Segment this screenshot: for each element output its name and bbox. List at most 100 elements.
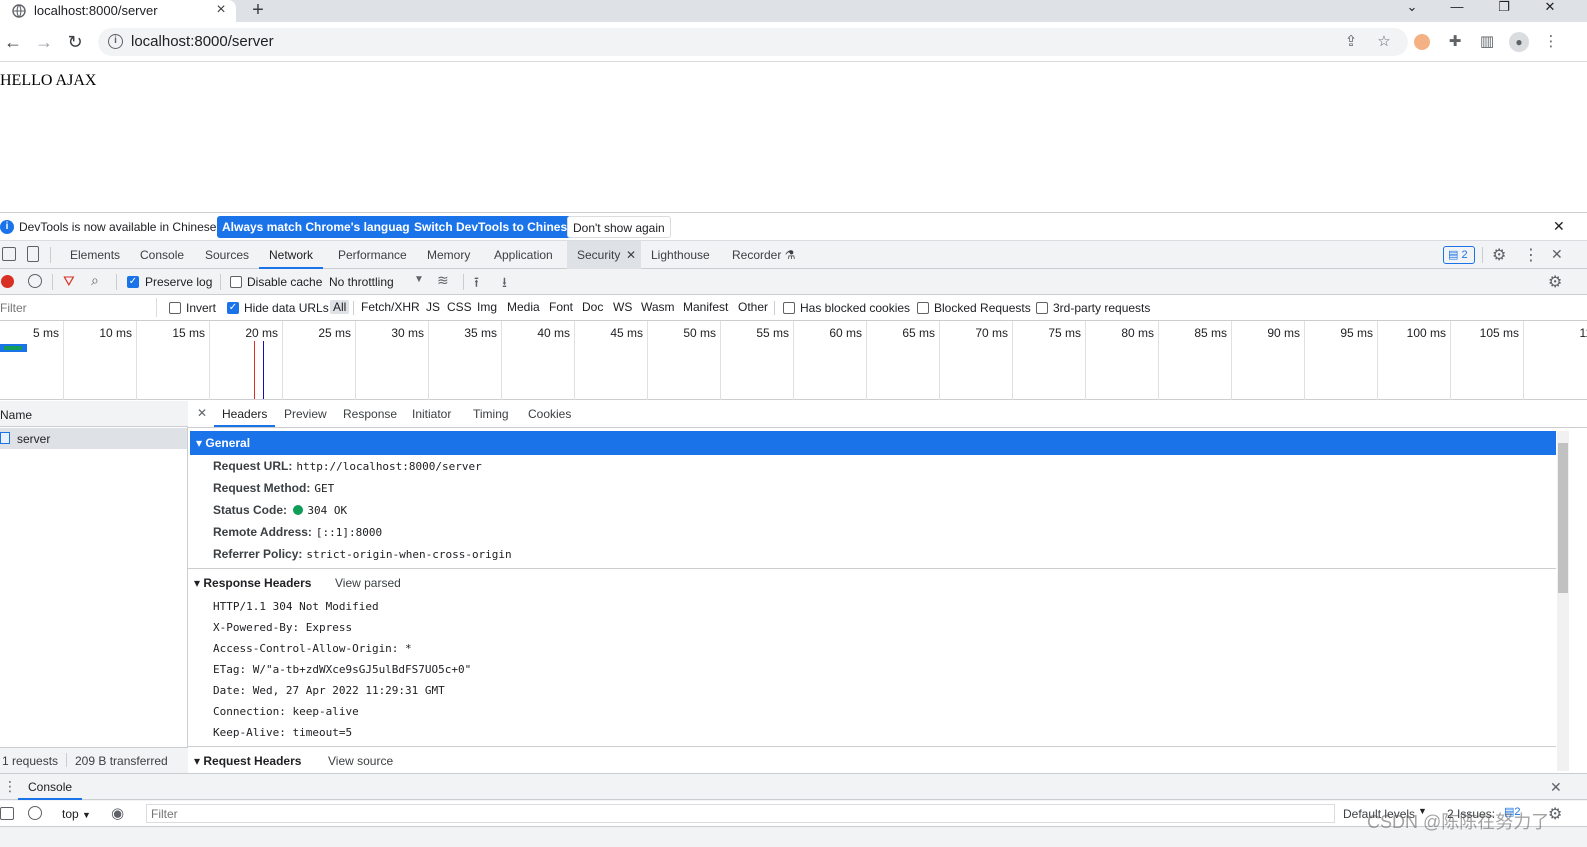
response-headers-section-header[interactable]: ▾ Response Headers — [194, 576, 311, 590]
filter-type-manifest[interactable]: Manifest — [683, 300, 728, 314]
side-panel-icon[interactable]: ▥ — [1478, 33, 1496, 51]
close-detail-icon[interactable]: ✕ — [197, 406, 207, 420]
close-devtools-icon[interactable]: ✕ — [1551, 246, 1563, 263]
profile-avatar-icon[interactable]: ● — [1509, 32, 1529, 52]
disable-cache-checkbox[interactable] — [230, 276, 242, 288]
console-settings-gear-icon[interactable]: ⚙ — [1548, 804, 1562, 824]
tab-cookies[interactable]: Cookies — [520, 401, 579, 427]
invert-checkbox[interactable] — [169, 302, 181, 314]
tab-elements[interactable]: Elements — [60, 241, 130, 269]
network-overview-timeline[interactable]: 5 ms 10 ms 15 ms 20 ms 25 ms 30 ms 35 ms 40 ms 4… — [0, 321, 1587, 400]
has-blocked-cookies-checkbox[interactable] — [783, 302, 795, 314]
tab-lighthouse[interactable]: Lighthouse — [641, 241, 720, 269]
tab-initiator[interactable]: Initiator — [404, 401, 459, 427]
reload-icon[interactable]: ↻ — [64, 31, 86, 53]
blocked-requests-checkbox[interactable] — [917, 302, 929, 314]
address-bar[interactable]: i localhost:8000/server — [98, 28, 1408, 56]
close-drawer-icon[interactable]: ✕ — [1550, 779, 1562, 796]
tab-headers[interactable]: Headers — [214, 401, 276, 427]
filter-type-font[interactable]: Font — [549, 300, 573, 314]
view-source-toggle[interactable]: View source — [328, 754, 393, 768]
detail-scrollbar[interactable] — [1557, 431, 1569, 771]
close-tab-icon[interactable]: × — [213, 1, 229, 19]
view-parsed-toggle[interactable]: View parsed — [335, 576, 401, 590]
chrome-menu-icon[interactable]: ⋮ — [1542, 33, 1560, 51]
browser-tab[interactable]: localhost:8000/server × — [0, 0, 236, 22]
request-row[interactable]: server — [0, 428, 187, 449]
scrollbar-thumb[interactable] — [1558, 443, 1568, 593]
share-icon[interactable]: ⇪ — [1342, 33, 1360, 51]
throttling-select[interactable]: No throttling — [329, 275, 394, 289]
tab-search-chevron-icon[interactable]: ⌄ — [1400, 0, 1424, 16]
general-section-header[interactable]: ▾ General — [190, 431, 1556, 455]
filter-type-img[interactable]: Img — [477, 300, 497, 314]
bookmark-star-icon[interactable]: ☆ — [1375, 33, 1393, 51]
preserve-log-checkbox[interactable]: ✓ — [127, 276, 139, 288]
tab-timing[interactable]: Timing — [465, 401, 517, 427]
third-party-requests-checkbox[interactable] — [1036, 302, 1048, 314]
tab-application[interactable]: Application — [484, 241, 563, 269]
filter-type-ws[interactable]: WS — [613, 300, 632, 314]
tab-response[interactable]: Response — [335, 401, 405, 427]
back-arrow-icon[interactable]: ← — [2, 31, 24, 53]
import-har-icon[interactable]: ⭱ — [474, 272, 479, 296]
tab-preview[interactable]: Preview — [276, 401, 335, 427]
overview-tick-label: 5 ms — [32, 326, 59, 340]
export-har-icon[interactable]: ⭳ — [502, 272, 507, 296]
clear-icon[interactable] — [28, 274, 42, 288]
filter-funnel-icon[interactable]: ⛛ — [63, 273, 75, 290]
extensions-puzzle-icon[interactable]: ✚ — [1446, 33, 1464, 51]
minimize-icon[interactable]: — — [1445, 0, 1469, 16]
filter-type-wasm[interactable]: Wasm — [641, 300, 675, 314]
drawer-menu-icon[interactable]: ⋮ — [3, 778, 17, 795]
tab-performance[interactable]: Performance — [328, 241, 417, 269]
new-tab-button[interactable]: + — [248, 0, 268, 21]
hide-data-urls-checkbox[interactable]: ✓ — [227, 302, 239, 314]
tab-memory[interactable]: Memory — [417, 241, 480, 269]
request-headers-section-header[interactable]: ▾ Request Headers — [194, 754, 301, 768]
issues-badge[interactable]: ▤ 2 — [1443, 246, 1475, 264]
inspect-element-icon[interactable] — [2, 247, 16, 261]
filter-type-js[interactable]: JS — [426, 300, 440, 314]
restore-icon[interactable]: ❐ — [1492, 0, 1516, 16]
tab-console[interactable]: Console — [130, 241, 194, 269]
network-conditions-wifi-icon[interactable]: ≋ — [437, 272, 449, 289]
match-language-button[interactable]: Always match Chrome's language — [217, 216, 422, 238]
url-text[interactable]: localhost:8000/server — [131, 33, 274, 50]
filter-type-fetch-xhr[interactable]: Fetch/XHR — [361, 300, 420, 314]
record-icon[interactable] — [1, 275, 14, 288]
filter-type-all[interactable]: All — [330, 300, 350, 314]
tab-recorder[interactable]: Recorder ⚗ — [722, 241, 805, 269]
window-close-icon[interactable]: ✕ — [1538, 0, 1562, 16]
name-column-header[interactable]: Name — [0, 408, 32, 422]
filter-type-media[interactable]: Media — [507, 300, 540, 314]
filter-type-doc[interactable]: Doc — [582, 300, 603, 314]
tab-security[interactable]: Security ✕ — [567, 241, 641, 269]
network-filter-input[interactable] — [0, 298, 157, 317]
issues-count: 2 — [1461, 249, 1468, 261]
more-options-icon[interactable]: ⋮ — [1523, 245, 1539, 265]
site-info-icon[interactable]: i — [108, 34, 123, 49]
tab-security-close-icon[interactable]: ✕ — [626, 241, 636, 269]
device-toolbar-icon[interactable] — [27, 246, 39, 262]
console-filter-input[interactable] — [146, 804, 1335, 823]
network-settings-gear-icon[interactable]: ⚙ — [1548, 272, 1562, 292]
filter-type-css[interactable]: CSS — [447, 300, 472, 314]
tab-recorder-label: Recorder — [732, 248, 782, 262]
filter-type-other[interactable]: Other — [738, 300, 768, 314]
live-expression-eye-icon[interactable]: ◉ — [111, 804, 124, 822]
switch-to-chinese-button[interactable]: Switch DevTools to Chinese — [409, 216, 579, 238]
console-sidebar-icon[interactable] — [0, 807, 14, 820]
extension-avatar-icon[interactable] — [1414, 34, 1430, 50]
context-select[interactable]: top ▼ — [62, 807, 91, 821]
throttling-dropdown-icon[interactable]: ▼ — [414, 274, 424, 285]
forward-arrow-icon[interactable]: → — [33, 31, 55, 53]
clear-console-icon[interactable] — [28, 806, 42, 820]
tab-sources[interactable]: Sources — [195, 241, 259, 269]
search-icon[interactable]: ⌕ — [91, 272, 99, 289]
infobar-close-icon[interactable]: ✕ — [1553, 218, 1565, 235]
tab-network[interactable]: Network — [259, 241, 324, 269]
dont-show-again-button[interactable]: Don't show again — [567, 216, 671, 238]
settings-gear-icon[interactable]: ⚙ — [1492, 245, 1506, 265]
drawer-tab-console[interactable]: Console — [18, 774, 83, 800]
